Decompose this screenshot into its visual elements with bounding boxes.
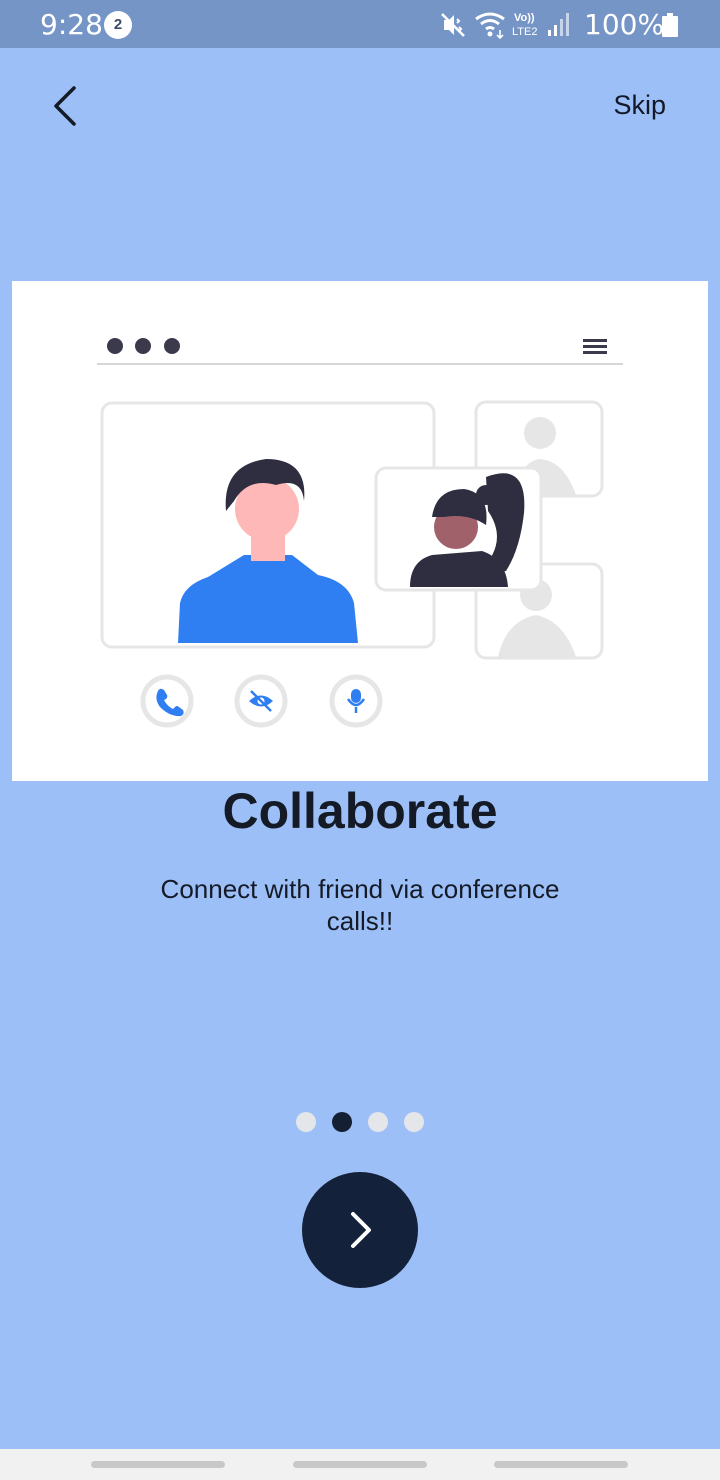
- wifi-icon: [475, 12, 505, 40]
- nav-back-button[interactable]: [494, 1461, 628, 1468]
- page-dot-4[interactable]: [404, 1112, 424, 1132]
- status-time: 9:28: [40, 8, 103, 41]
- onboarding-title: Collaborate: [222, 783, 498, 839]
- page-dot-1[interactable]: [296, 1112, 316, 1132]
- call-control-phone: [140, 674, 194, 728]
- call-control-video-off: [234, 674, 288, 728]
- skip-button[interactable]: Skip: [613, 90, 666, 121]
- notification-badge: 2: [104, 11, 132, 39]
- video-conference-illustration: [97, 338, 623, 728]
- onboarding-description: Connect with friend via conference calls…: [160, 874, 560, 936]
- chevron-left-icon: [54, 86, 76, 126]
- chevron-right-icon: [351, 1212, 371, 1248]
- page-dot-2[interactable]: [332, 1112, 352, 1132]
- page-indicator: [296, 1112, 424, 1132]
- nav-recents-button[interactable]: [91, 1461, 225, 1468]
- page-dot-3[interactable]: [368, 1112, 388, 1132]
- next-button[interactable]: [302, 1172, 418, 1288]
- call-control-mic: [329, 674, 383, 728]
- mute-icon: [441, 13, 465, 37]
- status-bar: 9:28 2 Vo)) LTE2 100%: [0, 0, 720, 48]
- svg-text:LTE2: LTE2: [512, 26, 537, 38]
- menu-icon: [583, 339, 607, 354]
- battery-percent: 100%: [584, 8, 665, 41]
- nav-home-button[interactable]: [293, 1461, 427, 1468]
- status-icons: Vo)) LTE2: [441, 12, 569, 40]
- back-button[interactable]: [40, 80, 90, 132]
- battery-icon: [662, 13, 678, 37]
- signal-icon: [548, 13, 569, 36]
- system-navigation-bar: [0, 1449, 720, 1480]
- volte-lte2-icon: Vo)) LTE2: [512, 12, 537, 38]
- onboarding-illustration: [12, 281, 708, 781]
- svg-text:Vo)): Vo)): [514, 12, 535, 24]
